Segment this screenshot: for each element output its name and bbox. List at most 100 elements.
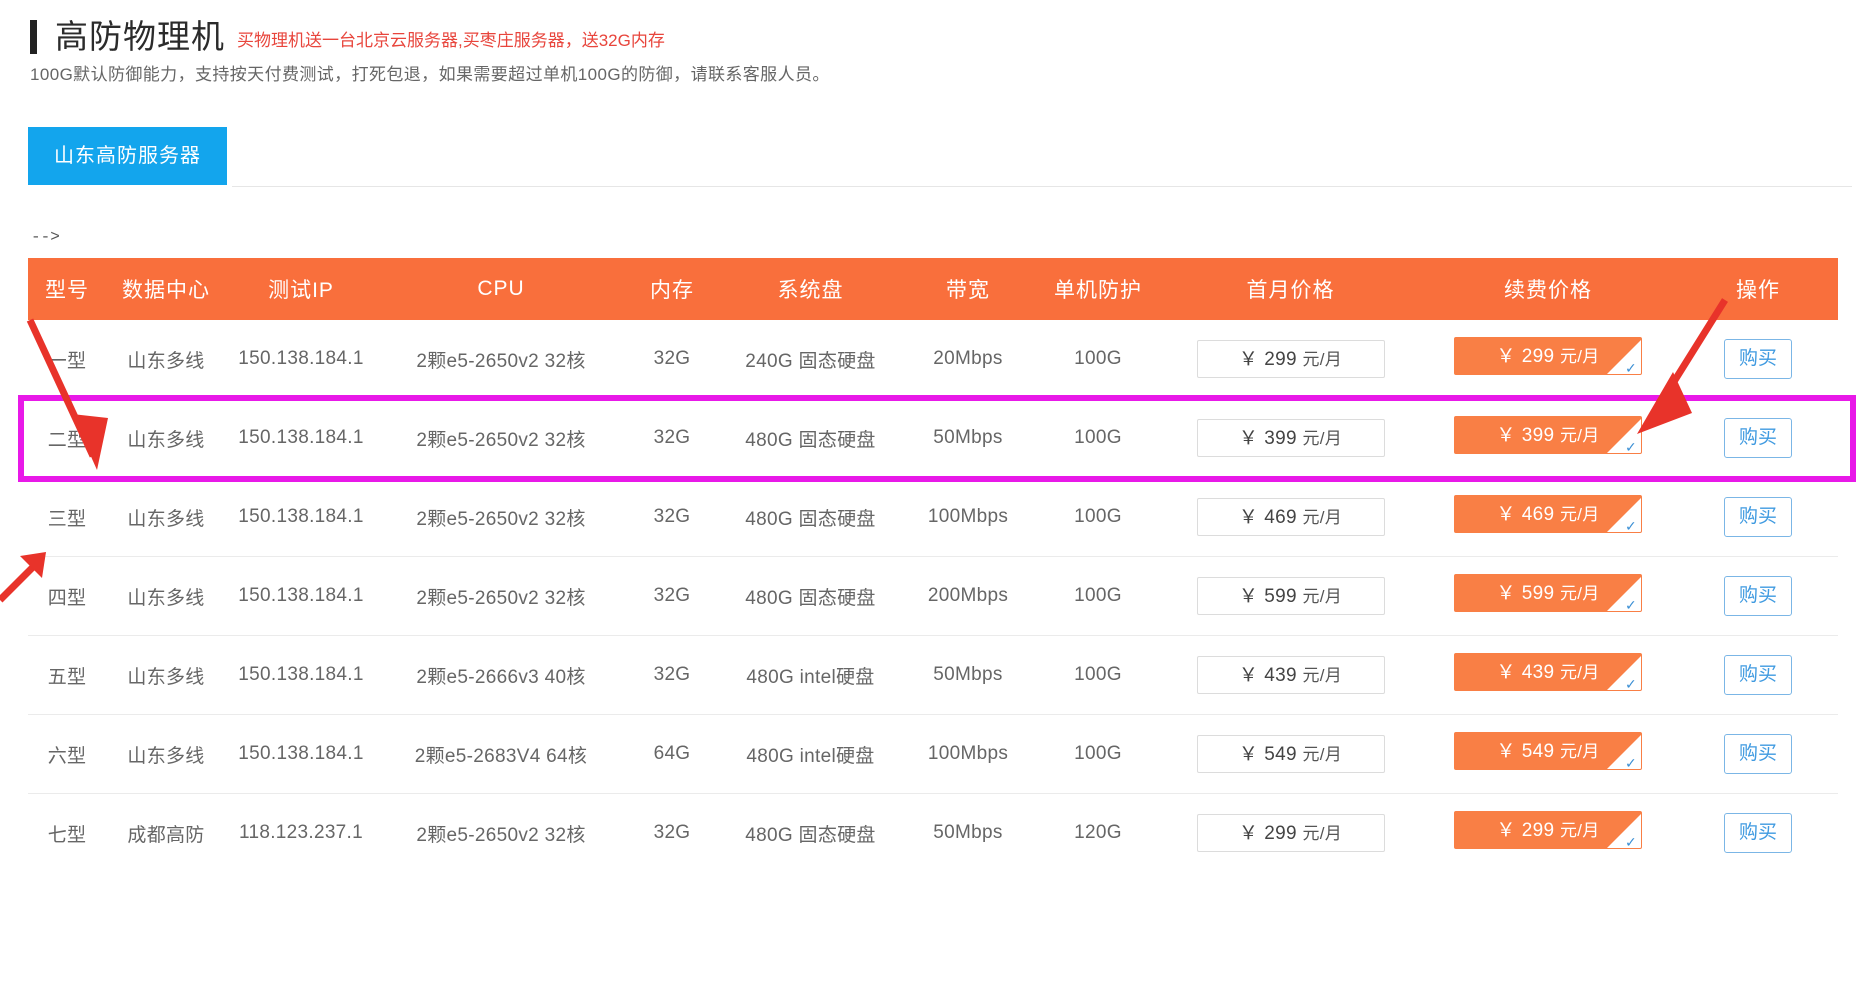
cell-operation: 购买 bbox=[1678, 793, 1838, 872]
cell-bandwidth: 20Mbps bbox=[903, 320, 1033, 399]
cell-operation: 购买 bbox=[1678, 556, 1838, 636]
check-icon: ✓ bbox=[1624, 360, 1637, 375]
renew-price-option-selected[interactable]: ￥ 439 元/月 ✓ bbox=[1454, 653, 1642, 691]
cell-model: 五型 bbox=[28, 635, 106, 715]
buy-button[interactable]: 购买 bbox=[1724, 497, 1792, 537]
cell-defense: 100G bbox=[1033, 635, 1163, 715]
buy-button[interactable]: 购买 bbox=[1724, 813, 1792, 853]
cell-datacenter: 山东多线 bbox=[106, 477, 226, 557]
first-price-option[interactable]: ￥ 549 元/月 bbox=[1196, 735, 1385, 773]
tab-shandong-gaofang[interactable]: 山东高防服务器 bbox=[28, 127, 227, 185]
buy-button[interactable]: 购买 bbox=[1724, 418, 1792, 458]
cell-cpu: 2颗e5-2650v2 32核 bbox=[376, 556, 626, 636]
first-price-option[interactable]: ￥ 399 元/月 bbox=[1196, 419, 1385, 457]
cell-renew-price: ￥ 299 元/月 ✓ bbox=[1418, 320, 1678, 399]
renew-price-option-selected[interactable]: ￥ 299 元/月 ✓ bbox=[1454, 811, 1642, 849]
first-price-option[interactable]: ￥ 439 元/月 bbox=[1196, 656, 1385, 694]
currency-symbol: ￥ bbox=[1496, 583, 1516, 604]
price-unit: 元/月 bbox=[1559, 347, 1600, 366]
renew-price-option-selected[interactable]: ￥ 299 元/月 ✓ bbox=[1454, 337, 1642, 375]
currency-symbol: ￥ bbox=[1238, 428, 1259, 449]
col-header-defense: 单机防护 bbox=[1033, 258, 1163, 320]
buy-button[interactable]: 购买 bbox=[1724, 655, 1792, 695]
cell-first-price: ￥ 399 元/月 bbox=[1163, 398, 1418, 478]
cell-bandwidth: 50Mbps bbox=[903, 398, 1033, 478]
cell-system-disk: 480G 固态硬盘 bbox=[718, 398, 903, 478]
cell-operation: 购买 bbox=[1678, 714, 1838, 794]
cell-cpu: 2颗e5-2666v3 40核 bbox=[376, 635, 626, 715]
first-price-value: 299 bbox=[1264, 349, 1297, 370]
cell-cpu: 2颗e5-2650v2 32核 bbox=[376, 320, 626, 399]
cell-defense: 100G bbox=[1033, 556, 1163, 636]
renew-price-option-selected[interactable]: ￥ 469 元/月 ✓ bbox=[1454, 495, 1642, 533]
currency-symbol: ￥ bbox=[1496, 425, 1516, 446]
cell-datacenter: 山东多线 bbox=[106, 320, 226, 399]
renew-price-value: 399 bbox=[1521, 425, 1555, 446]
server-plans-table: 型号 数据中心 测试IP CPU 内存 系统盘 带宽 单机防护 首月价格 续费价… bbox=[28, 258, 1838, 872]
first-price-option[interactable]: ￥ 299 元/月 bbox=[1196, 340, 1385, 378]
price-unit: 元/月 bbox=[1302, 350, 1343, 369]
renew-price-option-selected[interactable]: ￥ 549 元/月 ✓ bbox=[1454, 732, 1642, 770]
col-header-system-disk: 系统盘 bbox=[718, 258, 903, 320]
cell-first-price: ￥ 439 元/月 bbox=[1163, 635, 1418, 715]
price-unit: 元/月 bbox=[1559, 821, 1600, 840]
cell-test-ip: 150.138.184.1 bbox=[226, 398, 376, 478]
cell-memory: 32G bbox=[626, 793, 718, 872]
buy-button[interactable]: 购买 bbox=[1724, 339, 1792, 379]
cell-model: 七型 bbox=[28, 793, 106, 872]
renew-price-option-selected[interactable]: ￥ 599 元/月 ✓ bbox=[1454, 574, 1642, 612]
currency-symbol: ￥ bbox=[1238, 823, 1259, 844]
check-icon: ✓ bbox=[1624, 597, 1637, 612]
cell-datacenter: 山东多线 bbox=[106, 398, 226, 478]
col-header-operation: 操作 bbox=[1678, 258, 1838, 320]
cell-model: 六型 bbox=[28, 714, 106, 794]
price-unit: 元/月 bbox=[1302, 824, 1343, 843]
cell-first-price: ￥ 469 元/月 bbox=[1163, 477, 1418, 557]
first-price-option[interactable]: ￥ 299 元/月 bbox=[1196, 814, 1385, 852]
renew-price-option-selected[interactable]: ￥ 399 元/月 ✓ bbox=[1454, 416, 1642, 454]
selected-corner-shape bbox=[1607, 656, 1641, 690]
table-body: 一型 山东多线 150.138.184.1 2颗e5-2650v2 32核 32G 240… bbox=[28, 320, 1838, 872]
table-row: 二型 山东多线 150.138.184.1 2颗e5-2650v2 32核 32G 480… bbox=[28, 398, 1838, 478]
cell-bandwidth: 50Mbps bbox=[903, 635, 1033, 715]
currency-symbol: ￥ bbox=[1238, 744, 1259, 765]
renew-price-value: 439 bbox=[1521, 662, 1555, 683]
page-header: 高防物理机 买物理机送一台北京云服务器,买枣庄服务器，送32G内存 bbox=[30, 14, 665, 54]
table-row: 三型 山东多线 150.138.184.1 2颗e5-2650v2 32核 32G 480… bbox=[28, 477, 1838, 557]
page-subtitle: 100G默认防御能力，支持按天付费测试，打死包退，如果需要超过单机100G的防御… bbox=[30, 65, 830, 84]
first-price-value: 469 bbox=[1264, 507, 1297, 528]
selected-corner-shape bbox=[1607, 498, 1641, 532]
cell-memory: 32G bbox=[626, 477, 718, 557]
cell-defense: 100G bbox=[1033, 714, 1163, 794]
cell-defense: 100G bbox=[1033, 320, 1163, 399]
cell-memory: 32G bbox=[626, 320, 718, 399]
currency-symbol: ￥ bbox=[1238, 586, 1259, 607]
cell-operation: 购买 bbox=[1678, 398, 1838, 478]
first-price-option[interactable]: ￥ 599 元/月 bbox=[1196, 577, 1385, 615]
cell-test-ip: 150.138.184.1 bbox=[226, 477, 376, 557]
buy-button[interactable]: 购买 bbox=[1724, 576, 1792, 616]
price-unit: 元/月 bbox=[1302, 429, 1343, 448]
col-header-first-price: 首月价格 bbox=[1163, 258, 1418, 320]
cell-first-price: ￥ 299 元/月 bbox=[1163, 793, 1418, 872]
col-header-bandwidth: 带宽 bbox=[903, 258, 1033, 320]
cell-test-ip: 150.138.184.1 bbox=[226, 556, 376, 636]
first-price-option[interactable]: ￥ 469 元/月 bbox=[1196, 498, 1385, 536]
buy-button[interactable]: 购买 bbox=[1724, 734, 1792, 774]
price-unit: 元/月 bbox=[1302, 508, 1343, 527]
col-header-model: 型号 bbox=[28, 258, 106, 320]
server-table-wrapper: 型号 数据中心 测试IP CPU 内存 系统盘 带宽 单机防护 首月价格 续费价… bbox=[28, 258, 1838, 872]
title-accent-bar bbox=[30, 20, 37, 54]
cell-system-disk: 480G 固态硬盘 bbox=[718, 556, 903, 636]
cell-bandwidth: 100Mbps bbox=[903, 714, 1033, 794]
table-row: 六型 山东多线 150.138.184.1 2颗e5-2683V4 64核 64G 480… bbox=[28, 714, 1838, 794]
cell-memory: 32G bbox=[626, 556, 718, 636]
cell-datacenter: 成都高防 bbox=[106, 793, 226, 872]
cell-test-ip: 150.138.184.1 bbox=[226, 635, 376, 715]
cell-system-disk: 240G 固态硬盘 bbox=[718, 320, 903, 399]
cell-model: 二型 bbox=[28, 398, 106, 478]
selected-corner-shape bbox=[1607, 419, 1641, 453]
cell-system-disk: 480G 固态硬盘 bbox=[718, 477, 903, 557]
cell-datacenter: 山东多线 bbox=[106, 714, 226, 794]
cell-model: 一型 bbox=[28, 320, 106, 399]
